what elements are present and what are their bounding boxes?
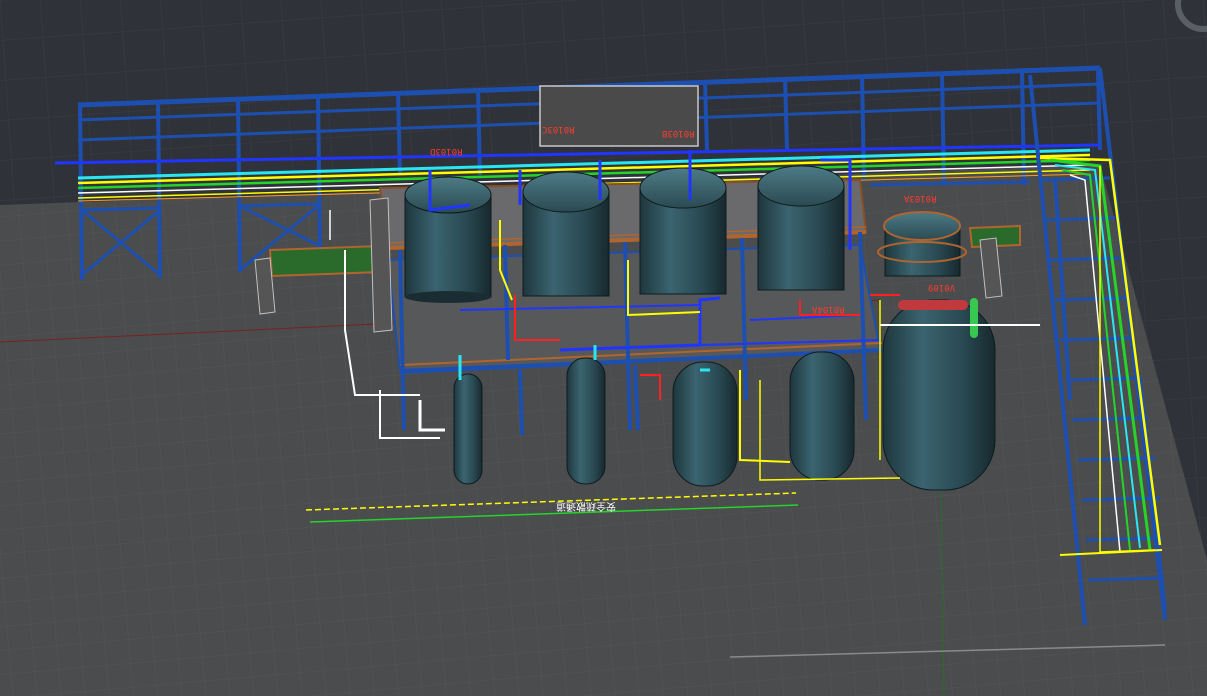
reactor-r0103a[interactable] xyxy=(757,165,845,291)
plant-3d-model[interactable] xyxy=(0,0,1207,696)
ground-sign-evacuation: 安全疏散通道 xyxy=(556,500,616,515)
reactor-r0103d[interactable] xyxy=(404,176,492,303)
vessel-v1[interactable] xyxy=(453,373,483,485)
vessel-v0109[interactable] xyxy=(882,298,996,491)
reactor-r0103c[interactable] xyxy=(522,171,610,297)
vessel-v4[interactable] xyxy=(789,351,855,481)
vessel-v2[interactable] xyxy=(566,357,606,485)
equipment-sign-board[interactable] xyxy=(539,85,699,147)
vessel-v3[interactable] xyxy=(672,361,738,487)
vessel-small-upper[interactable] xyxy=(877,211,967,277)
ground-sign-text: 安全疏散通道 xyxy=(556,500,616,511)
reactor-r0103b[interactable] xyxy=(639,167,727,295)
cad-3d-viewport[interactable]: R0103D R0103C R0103B R0103A V0109 R0104A… xyxy=(0,0,1207,696)
